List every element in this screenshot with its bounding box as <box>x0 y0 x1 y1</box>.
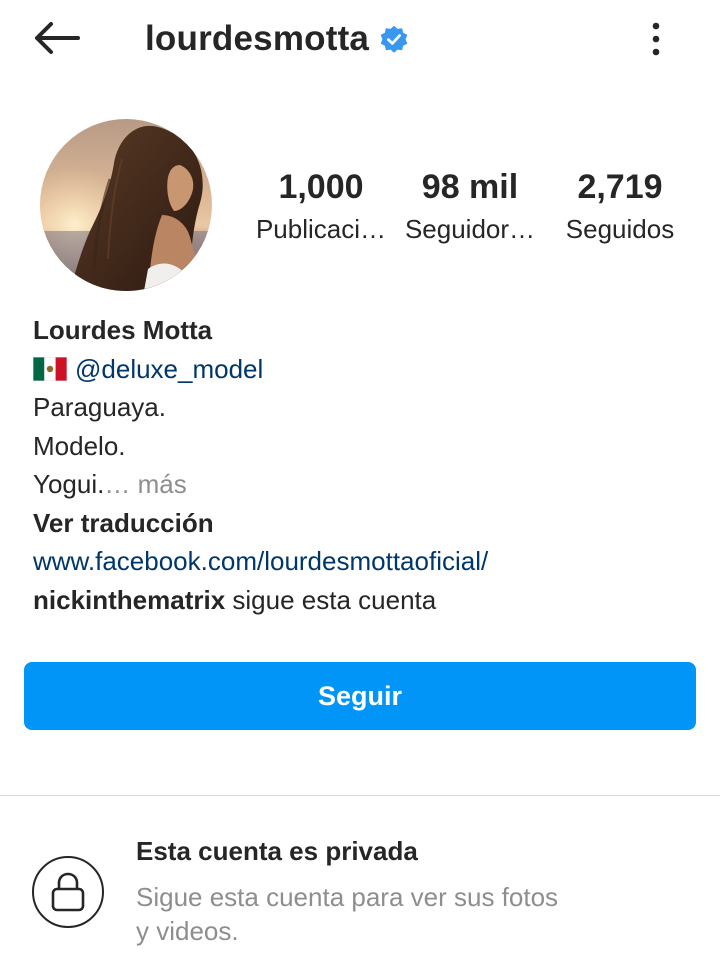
username-title: lourdesmotta <box>145 19 370 58</box>
posts-count[interactable]: 1,000 Publicaci… <box>250 163 392 247</box>
private-account-notice: Esta cuenta es privada Sigue esta cuenta… <box>0 796 720 972</box>
private-account-description: Sigue esta cuenta para ver sus fotos y v… <box>136 880 636 948</box>
back-button[interactable] <box>30 18 82 58</box>
following-count[interactable]: 2,719 Seguidos <box>552 163 688 247</box>
mutual-followers[interactable]: nickinthematrix sigue esta cuenta <box>33 581 693 620</box>
lock-icon <box>32 856 104 928</box>
top-bar: lourdesmotta <box>0 0 720 80</box>
bio-mention-link[interactable]: @deluxe_model <box>75 354 263 384</box>
private-account-title: Esta cuenta es privada <box>136 836 418 866</box>
private-description-line-2: y videos. <box>136 916 239 946</box>
following-count-value: 2,719 <box>577 168 663 206</box>
followers-count-label: Seguidor… <box>404 214 536 244</box>
verified-badge-icon <box>379 25 409 55</box>
bio-line-3-wrap: Yogui.… más <box>33 465 693 504</box>
profile-header-title: lourdesmotta <box>145 14 409 64</box>
more-options-button[interactable] <box>636 18 676 60</box>
profile-bio: Lourdes Motta @deluxe_model Paraguaya. M… <box>32 311 693 620</box>
bio-line-1: Paraguaya. <box>33 392 166 422</box>
profile-photo <box>40 119 212 291</box>
follow-button[interactable]: Seguir <box>24 662 696 730</box>
mexico-flag-icon <box>32 353 68 381</box>
more-vertical-icon <box>652 22 660 56</box>
display-name: Lourdes Motta <box>33 315 213 345</box>
translate-link[interactable]: Ver traducción <box>33 504 693 543</box>
profile-avatar[interactable] <box>40 119 212 291</box>
bio-line-2: Modelo. <box>33 430 126 461</box>
followers-count[interactable]: 98 mil Seguidor… <box>403 163 537 247</box>
mutual-follower-username: nickinthematrix <box>33 584 226 615</box>
posts-count-value: 1,000 <box>278 168 364 206</box>
following-count-label: Seguidos <box>565 214 675 244</box>
followers-count-value: 98 mil <box>421 168 519 206</box>
posts-count-label: Publicaci… <box>255 214 387 244</box>
mutual-follower-text: sigue esta cuenta <box>225 584 437 615</box>
bio-more-link[interactable]: más <box>138 469 187 499</box>
private-description-line-1: Sigue esta cuenta para ver sus fotos <box>136 882 559 912</box>
website-link[interactable]: www.facebook.com/lourdesmottaoficial/ <box>33 542 693 581</box>
bio-more-ellipsis: … <box>104 469 138 499</box>
profile-stats: 1,000 Publicaci… 98 mil Seguidor… 2,719 … <box>250 163 690 253</box>
arrow-left-icon <box>35 22 80 54</box>
bio-line-3: Yogui. <box>33 469 105 499</box>
bio-mention-line: @deluxe_model <box>32 350 693 389</box>
